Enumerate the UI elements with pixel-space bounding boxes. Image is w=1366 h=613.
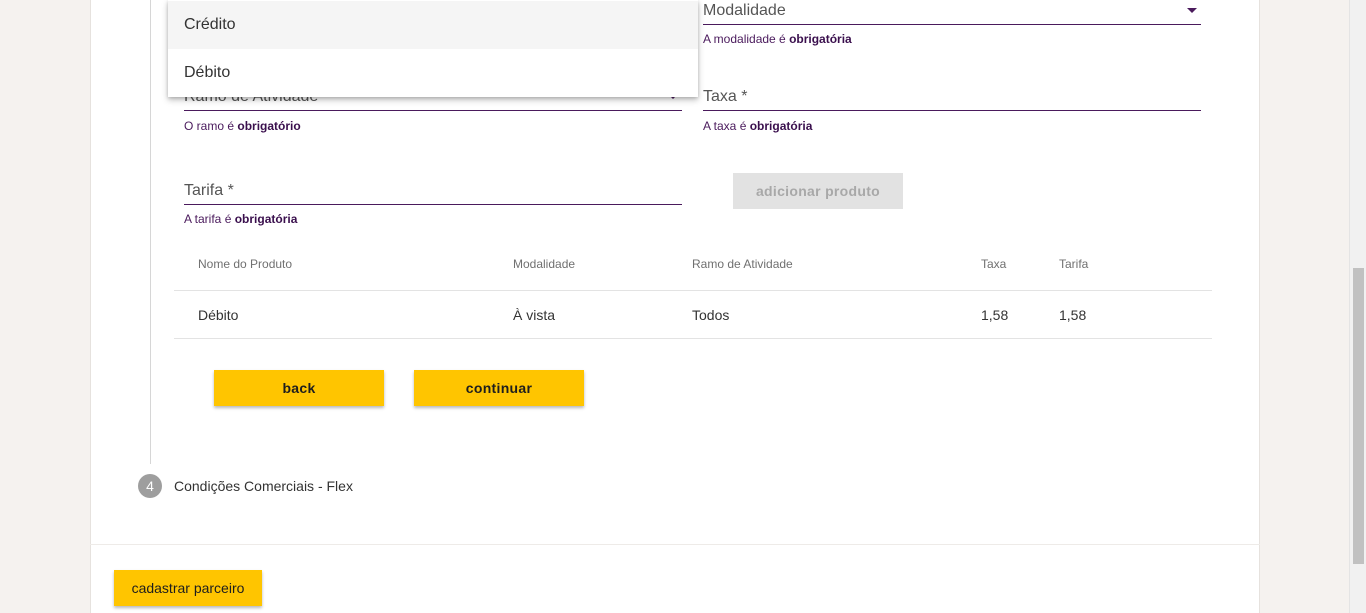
scrollbar-thumb[interactable]	[1353, 268, 1364, 564]
header-nome-produto: Nome do Produto	[198, 257, 293, 271]
taxa-input[interactable]: Taxa *	[703, 83, 1201, 111]
header-taxa: Taxa	[981, 257, 1007, 271]
continue-button[interactable]: continuar	[414, 370, 584, 406]
back-button[interactable]: back	[214, 370, 384, 406]
modalidade-select[interactable]: Modalidade	[703, 0, 1201, 25]
footer-divider	[90, 544, 1260, 545]
modalidade-hint-text: A modalidade é	[703, 32, 790, 46]
dropdown-menu: Crédito Débito	[168, 0, 698, 97]
header-modalidade: Modalidade	[513, 257, 576, 271]
step-4-indicator[interactable]: 4	[138, 474, 162, 498]
ramo-hint: O ramo é obrigatório	[184, 119, 301, 133]
stepper-line	[150, 0, 151, 464]
taxa-hint-text: A taxa é	[703, 119, 750, 133]
modalidade-label: Modalidade	[703, 2, 786, 19]
tarifa-hint: A tarifa é obrigatória	[184, 212, 297, 226]
tarifa-hint-text: A tarifa é	[184, 212, 235, 226]
register-partner-button[interactable]: cadastrar parceiro	[114, 570, 262, 606]
tarifa-input[interactable]: Tarifa *	[184, 177, 682, 205]
add-product-button[interactable]: adicionar produto	[733, 173, 903, 209]
header-ramo-atividade: Ramo de Atividade	[692, 257, 793, 271]
taxa-label: Taxa *	[703, 88, 748, 105]
tarifa-hint-strong: obrigatória	[234, 212, 298, 226]
table-header: Nome do Produto Modalidade Ramo de Ativi…	[174, 240, 1212, 291]
cell-ramo-atividade: Todos	[692, 307, 730, 323]
caret-down-icon	[1187, 8, 1197, 13]
dropdown-option-credito[interactable]: Crédito	[168, 1, 698, 49]
taxa-hint-strong: obrigatória	[749, 119, 813, 133]
taxa-hint: A taxa é obrigatória	[703, 119, 812, 133]
cell-taxa: 1,58	[981, 307, 1009, 323]
ramo-hint-strong: obrigatório	[237, 119, 301, 133]
products-table: Nome do Produto Modalidade Ramo de Ativi…	[174, 240, 1212, 339]
modalidade-hint-strong: obrigatória	[789, 32, 852, 46]
vertical-scrollbar[interactable]	[1349, 0, 1366, 613]
header-tarifa: Tarifa	[1059, 257, 1089, 271]
dropdown-option-debito[interactable]: Débito	[168, 49, 698, 97]
tarifa-label: Tarifa *	[184, 182, 234, 199]
step-4-title[interactable]: Condições Comerciais - Flex	[174, 478, 353, 494]
modalidade-hint: A modalidade é obrigatória	[703, 32, 852, 46]
ramo-hint-text: O ramo é	[184, 119, 238, 133]
table-row[interactable]: Débito À vista Todos 1,58 1,58	[174, 291, 1212, 339]
cell-nome-produto: Débito	[198, 307, 239, 323]
cell-tarifa: 1,58	[1059, 307, 1087, 323]
cell-modalidade: À vista	[513, 307, 556, 323]
